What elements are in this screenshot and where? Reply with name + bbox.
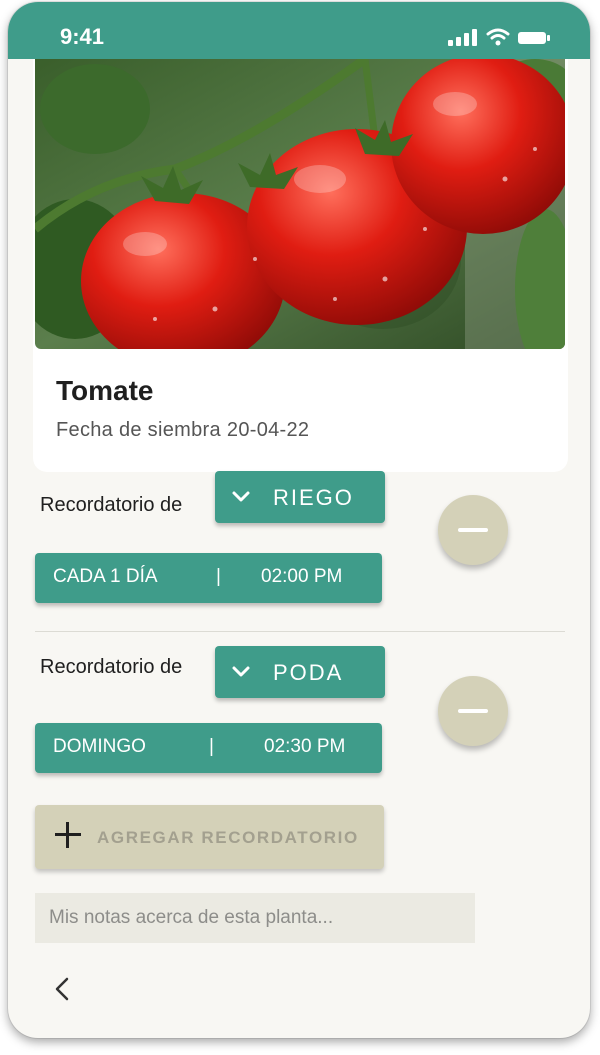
battery-icon xyxy=(518,32,550,44)
add-reminder-button[interactable]: AGREGAR RECORDATORIO xyxy=(35,805,384,869)
plant-name: Tomate xyxy=(56,375,154,406)
reminder-type: RIEGO xyxy=(273,485,354,510)
reminder-label: Recordatorio de xyxy=(40,494,183,516)
plus-icon xyxy=(55,822,81,848)
wifi-icon xyxy=(486,28,510,46)
reminder-frequency: DOMINGO xyxy=(53,736,146,757)
reminder-type: PODA xyxy=(273,660,344,685)
remove-reminder-button[interactable] xyxy=(438,676,508,746)
status-bar: 9:41 xyxy=(8,2,590,59)
status-icons xyxy=(448,28,558,48)
status-time: 9:41 xyxy=(60,24,105,49)
plant-photo xyxy=(35,59,565,349)
reminder-schedule[interactable]: CADA 1 DÍA | 02:00 PM xyxy=(35,553,382,603)
back-chevron-icon[interactable] xyxy=(48,974,78,1004)
chevron-down-icon xyxy=(232,491,250,502)
reminder-time: 02:00 PM xyxy=(261,566,343,587)
minus-icon xyxy=(458,709,488,713)
phone-screen: 9:41 Tomate Fecha de siembra 20-04-22 Re… xyxy=(8,2,590,1038)
reminder-type-dropdown[interactable]: RIEGO xyxy=(215,471,385,523)
plant-card: Tomate Fecha de siembra 20-04-22 xyxy=(33,59,568,472)
plant-notes-input[interactable] xyxy=(35,893,475,943)
schedule-separator: | xyxy=(216,566,221,587)
chevron-down-icon xyxy=(232,666,250,677)
reminder-time: 02:30 PM xyxy=(264,736,346,757)
sow-date: Fecha de siembra 20-04-22 xyxy=(56,419,315,442)
signal-icon xyxy=(448,28,482,46)
remove-reminder-button[interactable] xyxy=(438,495,508,565)
divider xyxy=(35,631,565,632)
sow-date-label: Fecha de siembra xyxy=(56,419,221,441)
reminder-frequency: CADA 1 DÍA xyxy=(53,566,158,587)
add-reminder-label: AGREGAR RECORDATORIO xyxy=(97,828,359,847)
tomato-image xyxy=(35,59,565,349)
reminder-label: Recordatorio de xyxy=(40,656,183,678)
sow-date-value: 20-04-22 xyxy=(226,419,310,441)
minus-icon xyxy=(458,528,488,532)
reminder-schedule[interactable]: DOMINGO | 02:30 PM xyxy=(35,723,382,773)
reminder-type-dropdown[interactable]: PODA xyxy=(215,646,385,698)
schedule-separator: | xyxy=(209,736,214,757)
